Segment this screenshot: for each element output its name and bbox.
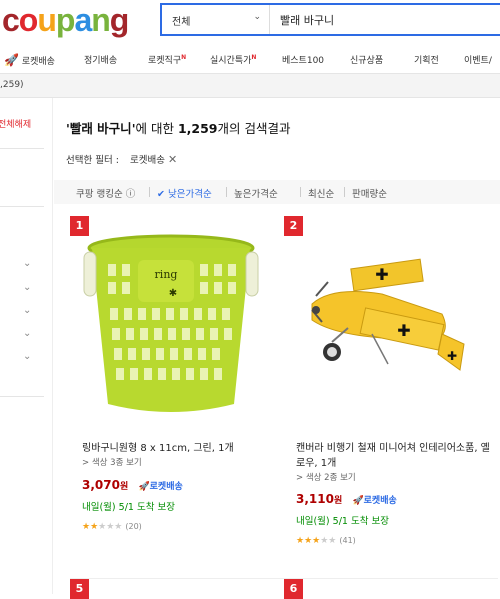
check-icon: ✔: [157, 189, 165, 200]
product-card[interactable]: 2 ✚ ✚ ✚ 캔버라 비행기 철재 미니어쳐 인테리어소품, 옐로우, 1개 …: [284, 216, 498, 576]
svg-text:ring: ring: [155, 268, 178, 281]
review-count: (20): [125, 522, 142, 531]
sort-high-price[interactable]: 높은가격순: [234, 186, 278, 200]
svg-text:✚: ✚: [375, 265, 388, 284]
sort-best-selling[interactable]: 판매량순: [352, 186, 387, 200]
sort-bar: 쿠팡 랭킹순 ⓘ ✔ 낮은가격순 높은가격순 최신순 판매량순: [54, 180, 500, 204]
product-card[interactable]: 6: [284, 578, 498, 599]
sort-newest[interactable]: 최신순: [308, 186, 334, 200]
nav-item-exhibitions[interactable]: 기획전: [414, 53, 439, 66]
product-options-link[interactable]: > 색상 3종 보기: [82, 456, 282, 471]
divider: [0, 396, 44, 397]
product-price: 3,070원 🚀로켓배송: [82, 478, 183, 492]
breadcrumb-strip: ,259): [0, 74, 500, 98]
chevron-down-icon[interactable]: ⌄: [23, 282, 31, 293]
coupang-logo[interactable]: coupang: [2, 2, 129, 39]
divider: [0, 148, 44, 149]
reset-filters-button[interactable]: 전체해제: [0, 117, 31, 130]
product-name[interactable]: 캔버라 비행기 철재 미니어쳐 인테리어소품, 옐로우, 1개 > 색상 2종 …: [296, 441, 496, 486]
product-price: 3,110원 🚀로켓배송: [296, 492, 397, 506]
search-category-label: 전체: [172, 17, 191, 28]
filter-chip-rocket: 로켓배송: [129, 155, 165, 166]
nav-item-best100[interactable]: 베스트100: [282, 53, 324, 66]
nav-item-rocket-delivery[interactable]: 🚀 로켓배송: [4, 53, 55, 67]
sort-low-price[interactable]: ✔ 낮은가격순: [157, 186, 212, 200]
chevron-down-icon[interactable]: ⌄: [23, 258, 31, 269]
new-badge: N: [181, 54, 187, 61]
svg-text:✱: ✱: [169, 288, 177, 299]
product-name[interactable]: 링바구니원형 8 x 11cm, 그린, 1개 > 색상 3종 보기: [82, 441, 282, 471]
result-title: '빨래 바구니'에 대한 1,259개의 검색결과: [66, 121, 291, 136]
chevron-down-icon[interactable]: ⌄: [23, 305, 31, 316]
nav-item-rocket-global[interactable]: 로켓직구N: [148, 53, 186, 66]
rocket-icon: 🚀: [4, 53, 19, 67]
nav-item-subscription[interactable]: 정기배송: [84, 53, 117, 66]
chevron-down-icon: ⌄: [253, 12, 261, 22]
filter-label: 선택한 필터 :: [66, 155, 119, 166]
review-count: (41): [339, 536, 356, 545]
nav-item-events[interactable]: 이벤트/: [464, 53, 492, 66]
search-bar: 전체 ⌄: [160, 3, 500, 36]
delivery-info: 내일(월) 5/1 도착 보장: [296, 516, 389, 527]
product-card[interactable]: 5: [70, 578, 284, 599]
header: coupang 전체 ⌄: [0, 0, 500, 44]
chevron-down-icon[interactable]: ⌄: [23, 328, 31, 339]
product-card[interactable]: 1 ring ✱ 링바구니원형 8 x 11cm, 그린, 1개 > 색상 3종…: [70, 216, 284, 576]
chevron-down-icon[interactable]: ⌄: [23, 351, 31, 362]
info-icon: ⓘ: [125, 189, 136, 200]
nav-item-realtime-deals[interactable]: 실시간특가N: [210, 53, 256, 66]
product-options-link[interactable]: > 색상 2종 보기: [296, 471, 496, 486]
rocket-delivery-badge: 🚀로켓배송: [138, 482, 183, 492]
delivery-info: 내일(월) 5/1 도착 보장: [82, 502, 175, 513]
rocket-icon: 🚀: [352, 496, 364, 506]
sort-ranking[interactable]: 쿠팡 랭킹순 ⓘ: [76, 186, 135, 200]
rank-badge: 6: [284, 579, 303, 599]
yellow-airplane-image[interactable]: ✚ ✚ ✚: [292, 224, 478, 420]
rocket-icon: 🚀: [138, 482, 150, 492]
close-icon[interactable]: ✕: [168, 153, 177, 166]
search-results: '빨래 바구니'에 대한 1,259개의 검색결과 선택한 필터 : 로켓배송 ✕…: [54, 98, 500, 599]
filter-sidebar: 전체해제 ⌄ ⌄ ⌄ ⌄ ⌄: [0, 98, 53, 594]
new-badge: N: [251, 54, 257, 61]
search-category-select[interactable]: 전체 ⌄: [162, 5, 270, 34]
rating-stars: ★★★★★ (20): [82, 522, 142, 532]
nav-item-new-products[interactable]: 신규상품: [350, 53, 383, 66]
category-nav: 🚀 로켓배송 정기배송 로켓직구N 실시간특가N 베스트100 신규상품 기획전…: [0, 46, 500, 74]
svg-text:✚: ✚: [397, 321, 410, 340]
rank-badge: 5: [70, 579, 89, 599]
selected-filters: 선택한 필터 : 로켓배송 ✕: [66, 152, 177, 166]
rocket-delivery-badge: 🚀로켓배송: [352, 496, 397, 506]
result-count-fragment: ,259): [0, 80, 24, 90]
rating-stars: ★★★★★ (41): [296, 536, 356, 546]
search-input[interactable]: [280, 10, 500, 30]
svg-text:✚: ✚: [447, 349, 457, 363]
divider: [0, 206, 44, 207]
green-basket-image[interactable]: ring ✱: [78, 224, 264, 420]
